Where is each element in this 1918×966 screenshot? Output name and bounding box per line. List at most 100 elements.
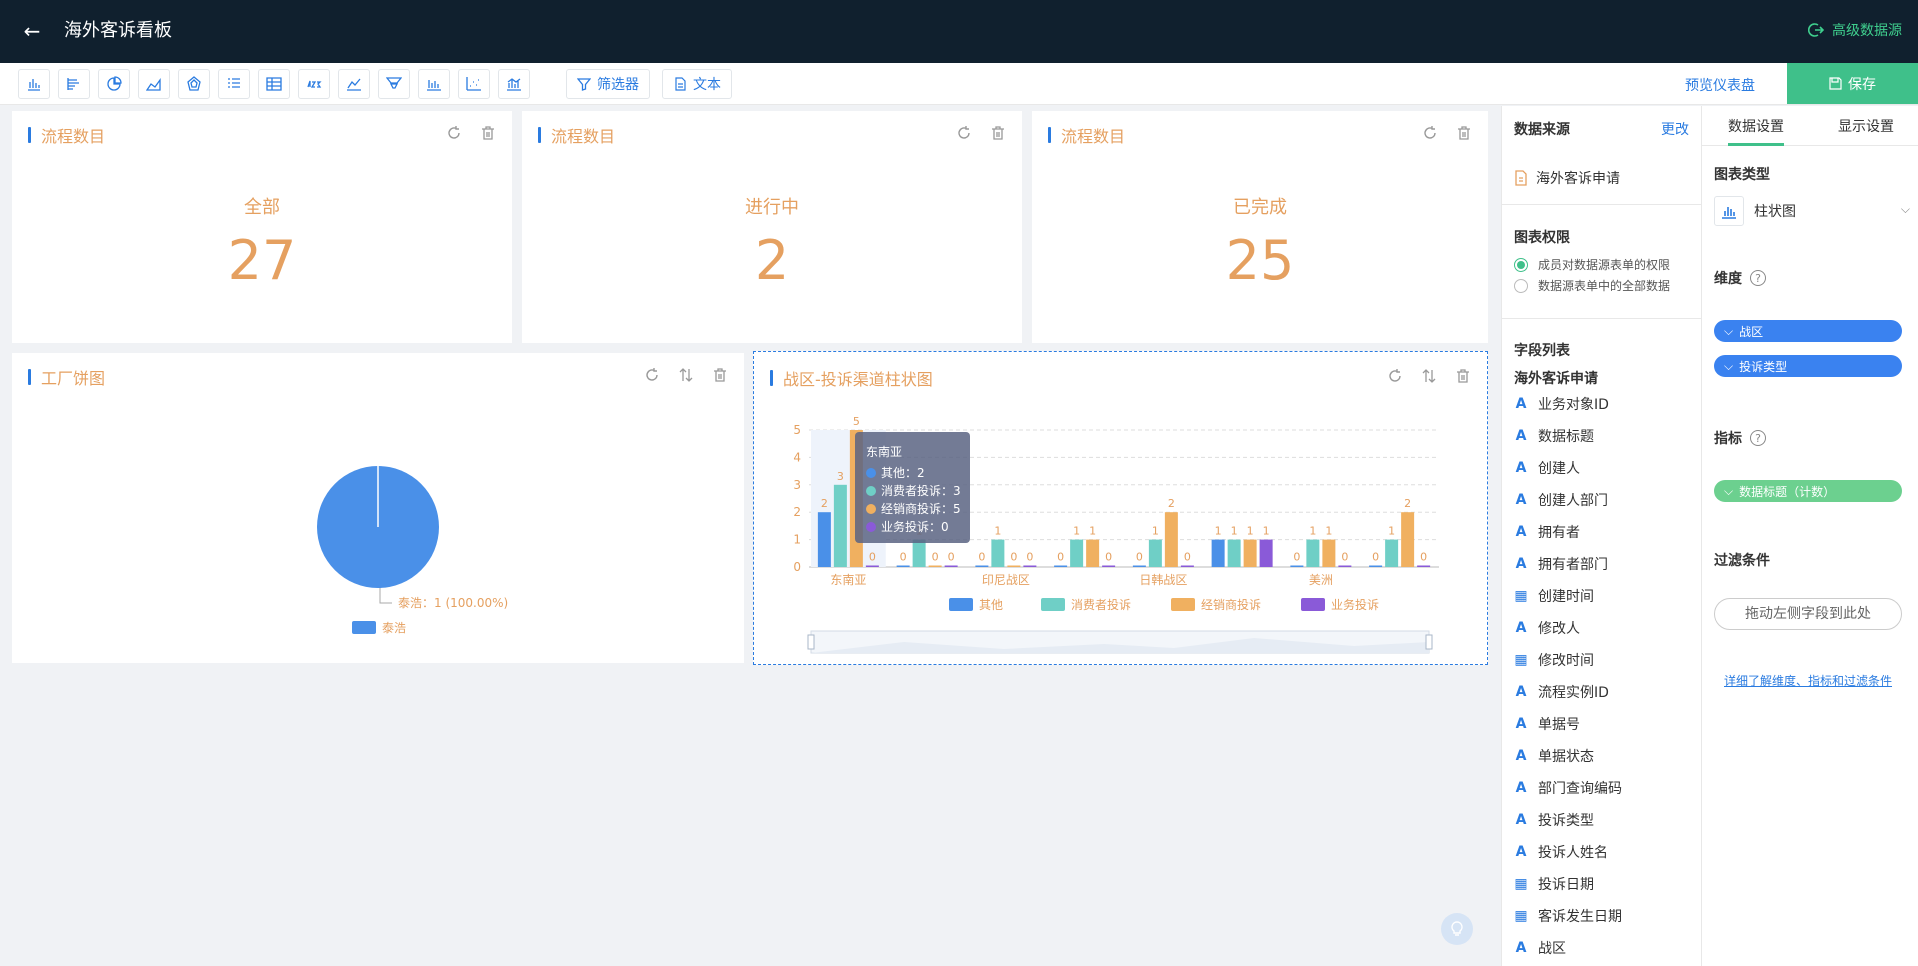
bar[interactable] (975, 565, 989, 568)
horizontal-bar-icon[interactable] (58, 69, 90, 99)
number-icon[interactable] (298, 69, 330, 99)
bar[interactable] (1054, 565, 1068, 568)
bar[interactable] (865, 565, 879, 568)
field-item[interactable]: A 部门查询编码 (1514, 772, 1622, 804)
field-item[interactable]: A 战区 (1514, 932, 1622, 964)
bar[interactable] (1164, 512, 1178, 567)
radar-chart-icon[interactable] (178, 69, 210, 99)
delete-icon[interactable] (1456, 125, 1472, 141)
field-item[interactable]: A 数据标题 (1514, 420, 1622, 452)
field-item[interactable]: A 单据状态 (1514, 740, 1622, 772)
bar[interactable] (1306, 539, 1320, 567)
field-item[interactable]: A 创建人 (1514, 452, 1622, 484)
bar[interactable] (1132, 565, 1146, 568)
tab-display-settings[interactable]: 显示设置 (1838, 116, 1894, 136)
refresh-icon[interactable] (446, 125, 462, 141)
filter-button[interactable]: 筛选器 (566, 69, 650, 99)
legend-swatch[interactable] (1171, 598, 1195, 611)
funnel-icon[interactable] (378, 69, 410, 99)
bar[interactable] (1290, 565, 1304, 568)
radio-checked[interactable] (1514, 257, 1528, 272)
lightbulb-icon[interactable] (1441, 913, 1473, 945)
bar[interactable] (1259, 539, 1273, 567)
datasource-item[interactable]: 海外客诉申请 (1514, 168, 1620, 188)
advanced-datasource-link[interactable]: 高级数据源 (1808, 20, 1902, 40)
change-datasource-link[interactable]: 更改 (1661, 119, 1689, 139)
field-item[interactable]: A 投诉人姓名 (1514, 836, 1622, 868)
dimension-pill[interactable]: ⌵ 战区 (1714, 320, 1902, 342)
bar[interactable] (912, 539, 926, 567)
line-chart-icon[interactable] (338, 69, 370, 99)
legend-label[interactable]: 业务投诉 (1331, 597, 1379, 612)
refresh-icon[interactable] (1422, 125, 1438, 141)
help-icon[interactable]: ? (1750, 270, 1766, 286)
save-button[interactable]: 保存 (1787, 63, 1918, 104)
legend-label[interactable]: 消费者投诉 (1071, 597, 1131, 612)
text-button[interactable]: 文本 (662, 69, 732, 99)
legend-swatch[interactable] (1301, 598, 1325, 611)
refresh-icon[interactable] (956, 125, 972, 141)
bar[interactable] (1070, 539, 1084, 567)
field-item[interactable]: ▦ 客诉发生日期 (1514, 900, 1622, 932)
list-table-icon[interactable] (218, 69, 250, 99)
pie-legend-swatch[interactable] (352, 621, 376, 634)
legend-label[interactable]: 其他 (979, 598, 1003, 612)
field-item[interactable]: A 业务对象ID (1514, 388, 1622, 420)
bar[interactable] (944, 565, 958, 568)
data-zoom-handle-right[interactable] (1425, 634, 1433, 650)
bar[interactable] (1023, 565, 1037, 568)
bar[interactable] (1227, 539, 1241, 567)
bar[interactable] (1086, 539, 1100, 567)
help-link[interactable]: 详细了解维度、指标和过滤条件 (1724, 672, 1892, 689)
bar[interactable] (1007, 565, 1021, 568)
field-item[interactable]: A 拥有者 (1514, 516, 1622, 548)
bar[interactable] (1148, 539, 1162, 567)
bar[interactable] (1211, 539, 1225, 567)
area-chart-icon[interactable] (138, 69, 170, 99)
permission-option-all[interactable]: 数据源表单中的全部数据 (1514, 277, 1670, 294)
field-item[interactable]: A 单据号 (1514, 708, 1622, 740)
legend-swatch[interactable] (949, 598, 973, 611)
legend-label[interactable]: 经销商投诉 (1201, 597, 1261, 612)
bar[interactable] (1385, 539, 1399, 567)
bar[interactable] (833, 484, 847, 567)
pie-chart-icon[interactable] (98, 69, 130, 99)
chart-type-select[interactable]: 柱状图 ⌵ (1714, 192, 1910, 230)
bar[interactable] (1401, 512, 1415, 567)
permission-option-member[interactable]: 成员对数据源表单的权限 (1514, 256, 1670, 273)
bar[interactable] (1243, 539, 1257, 567)
legend-swatch[interactable] (1041, 598, 1065, 611)
tab-data-settings[interactable]: 数据设置 (1728, 116, 1784, 136)
combo-chart-icon[interactable] (498, 69, 530, 99)
radio-unchecked[interactable] (1514, 278, 1528, 293)
bar[interactable] (817, 512, 831, 567)
field-item[interactable]: A 投诉类型 (1514, 804, 1622, 836)
table-icon[interactable] (258, 69, 290, 99)
bar[interactable] (991, 539, 1005, 567)
bar-chart-icon[interactable] (18, 69, 50, 99)
field-item[interactable]: ▦ 投诉日期 (1514, 868, 1622, 900)
field-item[interactable]: A 拥有者部门 (1514, 548, 1622, 580)
field-item[interactable]: A 修改人 (1514, 612, 1622, 644)
bar[interactable] (928, 565, 942, 568)
field-item[interactable]: ▦ 修改时间 (1514, 644, 1622, 676)
help-icon[interactable]: ? (1750, 430, 1766, 446)
delete-icon[interactable] (990, 125, 1006, 141)
bar[interactable] (1369, 565, 1383, 568)
filter-drop-zone[interactable]: 拖动左侧字段到此处 (1714, 598, 1902, 630)
bar[interactable] (1417, 565, 1431, 568)
metric-pill[interactable]: ⌵ 数据标题（计数） (1714, 480, 1902, 502)
column-chart-icon[interactable] (418, 69, 450, 99)
delete-icon[interactable] (480, 125, 496, 141)
bar[interactable] (1338, 565, 1352, 568)
scatter-icon[interactable] (458, 69, 490, 99)
data-zoom-handle-left[interactable] (807, 634, 815, 650)
field-item[interactable]: A 流程实例ID (1514, 676, 1622, 708)
bar[interactable] (1322, 539, 1336, 567)
back-arrow-icon[interactable]: ← (20, 19, 44, 43)
dimension-pill[interactable]: ⌵ 投诉类型 (1714, 355, 1902, 377)
field-item[interactable]: A 创建人部门 (1514, 484, 1622, 516)
pie-legend-label[interactable]: 泰浩 (382, 621, 406, 635)
bar-chart-card[interactable]: 战区-投诉渠道柱状图 01234520000100311111115001211… (753, 351, 1488, 665)
bar[interactable] (896, 565, 910, 568)
